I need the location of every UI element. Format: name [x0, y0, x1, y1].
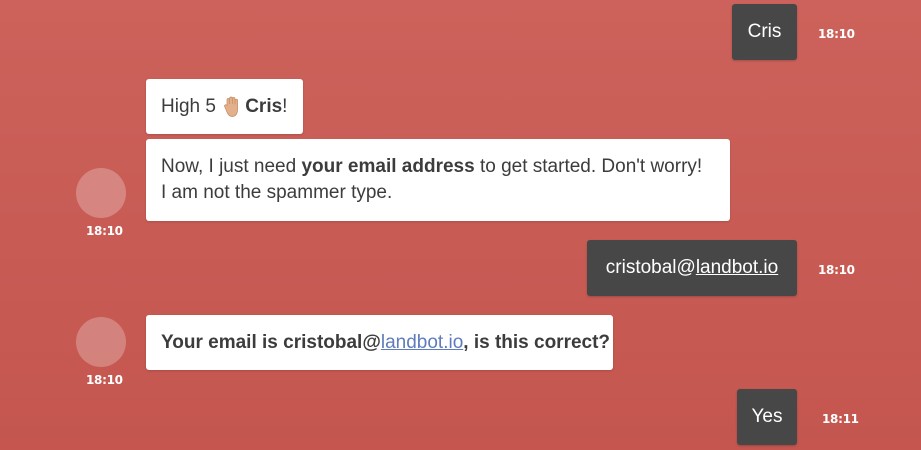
message-timestamp: 18:11 [822, 412, 859, 426]
bot-message-email-request: Now, I just need your email address to g… [146, 139, 730, 221]
message-timestamp: 18:10 [86, 224, 123, 238]
bot-message-text: Your email is cristobal@ [161, 331, 381, 353]
message-timestamp: 18:10 [818, 27, 855, 41]
bot-message-bold-name: Cris [245, 95, 283, 117]
user-message-email-link[interactable]: landbot.io [696, 257, 778, 279]
bot-message-email-link[interactable]: landbot.io [381, 330, 463, 356]
user-message-email: cristobal@ landbot.io [587, 240, 797, 296]
raised-hand-icon [224, 96, 239, 117]
message-timestamp: 18:10 [86, 373, 123, 387]
message-timestamp: 18:10 [818, 263, 855, 277]
bot-message-bold: your email address [301, 156, 475, 177]
bot-message-confirm: Your email is cristobal@ landbot.io, is t… [146, 315, 613, 370]
bot-avatar [76, 317, 126, 367]
bot-message-text: Now, I just need [161, 156, 302, 177]
user-message-text: Cris [747, 21, 782, 42]
bot-message-high5: High 5 Cris ! [146, 79, 303, 134]
bot-avatar [76, 168, 126, 218]
bot-message-line1: Now, I just need your email address to g… [161, 154, 715, 180]
user-message-email-local: cristobal@ [605, 257, 696, 278]
bot-message-text: to get started. Don't worry! [474, 156, 703, 177]
user-message-text: Yes [751, 406, 783, 427]
bot-message-text: High 5 [161, 95, 222, 117]
user-message-name: Cris [732, 4, 797, 60]
bot-message-line2: I am not the spammer type. [161, 182, 393, 203]
bot-message-text: , is this correct? [463, 331, 611, 353]
user-message-yes: Yes [737, 389, 797, 445]
bot-message-suffix: ! [282, 95, 288, 117]
